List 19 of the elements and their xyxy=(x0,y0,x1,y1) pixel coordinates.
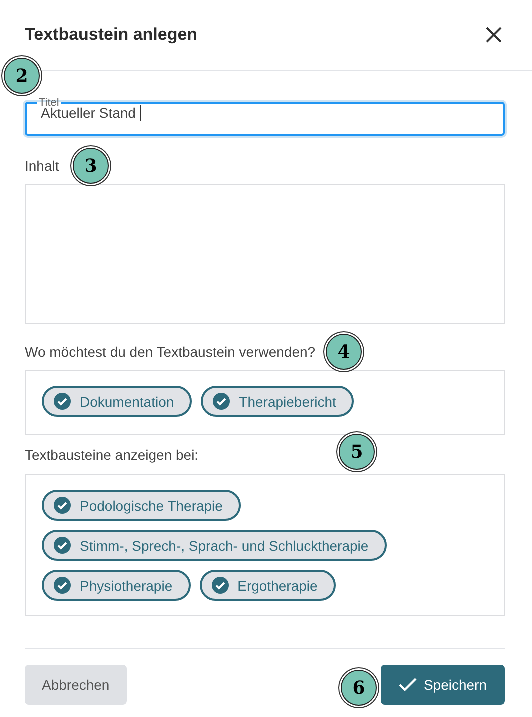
step-marker: 2 xyxy=(4,58,40,94)
dialog-title: Textbaustein anlegen xyxy=(25,25,198,45)
filter-chip[interactable]: Podologische Therapie xyxy=(42,490,241,521)
filter-chip[interactable]: Therapiebericht xyxy=(201,386,354,417)
filter-chip[interactable]: Dokumentation xyxy=(42,386,192,417)
step-marker: 5 xyxy=(339,434,375,470)
cancel-button[interactable]: Abbrechen xyxy=(25,665,127,705)
field-label: Inhalt xyxy=(25,158,60,174)
filter-chip[interactable]: Physiotherapie xyxy=(42,570,191,601)
title-field[interactable]: Titel Aktueller Stand xyxy=(25,97,505,136)
section-label: Textbausteine anzeigen bei: xyxy=(25,447,199,463)
filter-chip[interactable]: Stimm-, Sprech-, Sprach- und Schlucktherapie xyxy=(42,530,387,561)
step-marker: 6 xyxy=(341,670,377,706)
save-button[interactable]: Speichern xyxy=(381,665,505,705)
filter-chip[interactable]: Ergotherapie xyxy=(200,570,336,601)
check-icon xyxy=(398,678,417,692)
step-marker: 4 xyxy=(326,334,362,370)
section-label: Wo möchtest du den Textbaustein verwenden? xyxy=(25,344,316,360)
step-marker: 3 xyxy=(73,148,109,184)
